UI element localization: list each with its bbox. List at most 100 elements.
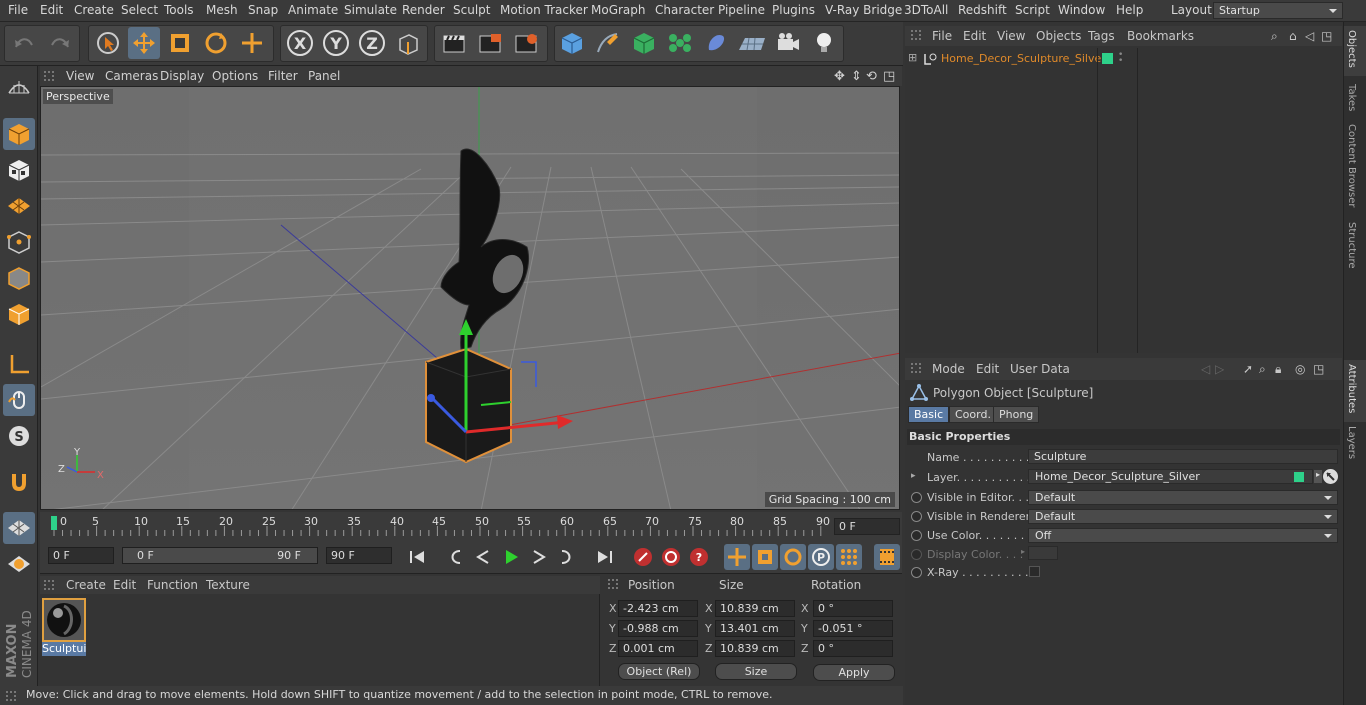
animation-radio-icon[interactable] xyxy=(911,511,922,522)
menu-create[interactable]: Create xyxy=(74,3,114,17)
menu-window[interactable]: Window xyxy=(1058,3,1105,17)
tab-content-browser[interactable]: Content Browser xyxy=(1346,124,1357,207)
timeline-window-icon[interactable] xyxy=(874,544,900,570)
texture-mode-icon[interactable] xyxy=(3,154,35,186)
magnet-icon[interactable] xyxy=(3,466,35,498)
play-icon[interactable] xyxy=(498,544,524,570)
menu-plugins[interactable]: Plugins xyxy=(772,3,815,17)
panel-grip-icon[interactable] xyxy=(911,30,921,40)
layer-picker-icon[interactable] xyxy=(1323,469,1338,484)
visible-in-renderer-dropdown[interactable]: Default xyxy=(1028,509,1338,524)
tab-takes[interactable]: Takes xyxy=(1346,84,1357,111)
size-z-field[interactable]: 10.839 cm xyxy=(715,640,795,657)
tab-phong[interactable]: Phong xyxy=(993,406,1040,423)
object-row[interactable]: ⊞ Home_Decor_Sculpture_Silver • • xyxy=(905,50,1342,68)
menu-animate[interactable]: Animate xyxy=(288,3,338,17)
object-menu-view[interactable]: View xyxy=(997,29,1025,43)
light-icon[interactable] xyxy=(808,27,840,59)
size-x-field[interactable]: 10.839 cm xyxy=(715,600,795,617)
cloner-icon[interactable] xyxy=(664,27,696,59)
viewport-camera-label[interactable]: Perspective xyxy=(43,89,113,104)
current-frame-field[interactable]: 0 F xyxy=(834,518,900,535)
coordinate-system-icon[interactable] xyxy=(392,27,424,59)
animation-radio-icon[interactable] xyxy=(911,567,922,578)
use-color-dropdown[interactable]: Off xyxy=(1028,528,1338,543)
perspective-viewport[interactable]: Y X Z Perspective Grid Spacing : 100 cm xyxy=(40,86,900,510)
attribute-menu-user-data[interactable]: User Data xyxy=(1010,362,1070,376)
menu-simulate[interactable]: Simulate xyxy=(344,3,397,17)
pen-spline-icon[interactable] xyxy=(592,27,624,59)
menu-mesh[interactable]: Mesh xyxy=(206,3,238,17)
visible-in-editor-dropdown[interactable]: Default xyxy=(1028,490,1338,505)
expand-arrow-icon[interactable]: ▸ xyxy=(911,471,916,481)
search-icon[interactable]: ⌕ xyxy=(1271,29,1278,44)
apply-button[interactable]: Apply xyxy=(813,664,895,681)
end-frame-field[interactable]: 90 F xyxy=(326,547,392,564)
rotation-b-field[interactable]: 0 ° xyxy=(813,640,893,657)
material-name[interactable]: Sculptui xyxy=(42,642,86,656)
panel-grip-icon[interactable] xyxy=(608,579,618,589)
record-keys-icon[interactable] xyxy=(630,544,656,570)
material-menu-function[interactable]: Function xyxy=(147,578,198,592)
render-settings-icon[interactable] xyxy=(510,27,542,59)
viewport-maximize-icon[interactable]: ◳ xyxy=(883,69,895,84)
viewport-menu-cameras[interactable]: Cameras xyxy=(105,69,158,83)
menu-edit[interactable]: Edit xyxy=(40,3,63,17)
home-icon[interactable]: ⌂ xyxy=(1289,29,1297,43)
coordinate-mode-dropdown[interactable]: Object (Rel) xyxy=(618,663,700,680)
scale-icon[interactable] xyxy=(164,27,196,59)
points-mode-icon[interactable] xyxy=(3,226,35,258)
menu-help[interactable]: Help xyxy=(1116,3,1143,17)
live-selection-icon[interactable] xyxy=(92,27,124,59)
position-z-field[interactable]: 0.001 cm xyxy=(618,640,698,657)
panel-grip-icon[interactable] xyxy=(44,580,54,590)
next-frame-icon[interactable] xyxy=(526,544,552,570)
pointer-icon[interactable]: ➚ xyxy=(1243,362,1253,376)
menu-motion-tracker[interactable]: Motion Tracker xyxy=(500,3,588,17)
next-key-icon[interactable] xyxy=(554,544,580,570)
visibility-dots-icon[interactable]: • • xyxy=(1118,51,1123,66)
object-menu-tags[interactable]: Tags xyxy=(1088,29,1115,43)
panel-grip-icon[interactable] xyxy=(911,363,921,373)
name-field[interactable]: Sculpture xyxy=(1028,449,1338,464)
search-icon[interactable]: ⌕ xyxy=(1259,362,1266,377)
previous-key-icon[interactable] xyxy=(442,544,468,570)
material-menu-texture[interactable]: Texture xyxy=(206,578,250,592)
object-menu-edit[interactable]: Edit xyxy=(963,29,986,43)
menu-snap[interactable]: Snap xyxy=(248,3,278,17)
start-frame-field[interactable]: 0 F xyxy=(48,547,114,564)
target-icon[interactable]: ◎ xyxy=(1295,362,1305,376)
menu-select[interactable]: Select xyxy=(121,3,158,17)
viewport-menu-options[interactable]: Options xyxy=(212,69,258,83)
menu-script[interactable]: Script xyxy=(1015,3,1050,17)
camera-icon[interactable] xyxy=(772,27,804,59)
previous-frame-icon[interactable] xyxy=(470,544,496,570)
menu-pipeline[interactable]: Pipeline xyxy=(718,3,765,17)
keyframe-selection-icon[interactable]: ? xyxy=(686,544,712,570)
animation-radio-icon[interactable] xyxy=(911,530,922,541)
viewport-pan-icon[interactable]: ✥ xyxy=(834,69,845,84)
position-x-field[interactable]: -2.423 cm xyxy=(618,600,698,617)
position-y-field[interactable]: -0.988 cm xyxy=(618,620,698,637)
expand-icon[interactable]: ⊞ xyxy=(908,51,917,64)
tweak-mode-icon[interactable] xyxy=(3,384,35,416)
move-icon[interactable] xyxy=(128,27,160,59)
rotation-p-field[interactable]: -0.051 ° xyxy=(813,620,893,637)
viewport-menu-view[interactable]: View xyxy=(66,69,94,83)
material-swatch[interactable] xyxy=(42,598,86,642)
back-icon[interactable]: ◁ xyxy=(1305,29,1314,43)
auto-key-icon[interactable] xyxy=(658,544,684,570)
viewport-solo-icon[interactable] xyxy=(3,548,35,580)
attribute-menu-mode[interactable]: Mode xyxy=(932,362,965,376)
tab-basic[interactable]: Basic xyxy=(908,406,950,423)
object-menu-objects[interactable]: Objects xyxy=(1036,29,1081,43)
size-y-field[interactable]: 13.401 cm xyxy=(715,620,795,637)
model-mode-icon[interactable] xyxy=(3,118,35,150)
layout-dropdown[interactable]: Startup xyxy=(1213,2,1343,19)
render-view-icon[interactable] xyxy=(438,27,470,59)
menu-character[interactable]: Character xyxy=(655,3,714,17)
menu-sculpt[interactable]: Sculpt xyxy=(453,3,490,17)
layer-arrow-icon[interactable]: ▸ xyxy=(1314,470,1322,483)
forward-arrow-icon[interactable]: ▷ xyxy=(1215,362,1224,376)
object-menu-file[interactable]: File xyxy=(932,29,952,43)
